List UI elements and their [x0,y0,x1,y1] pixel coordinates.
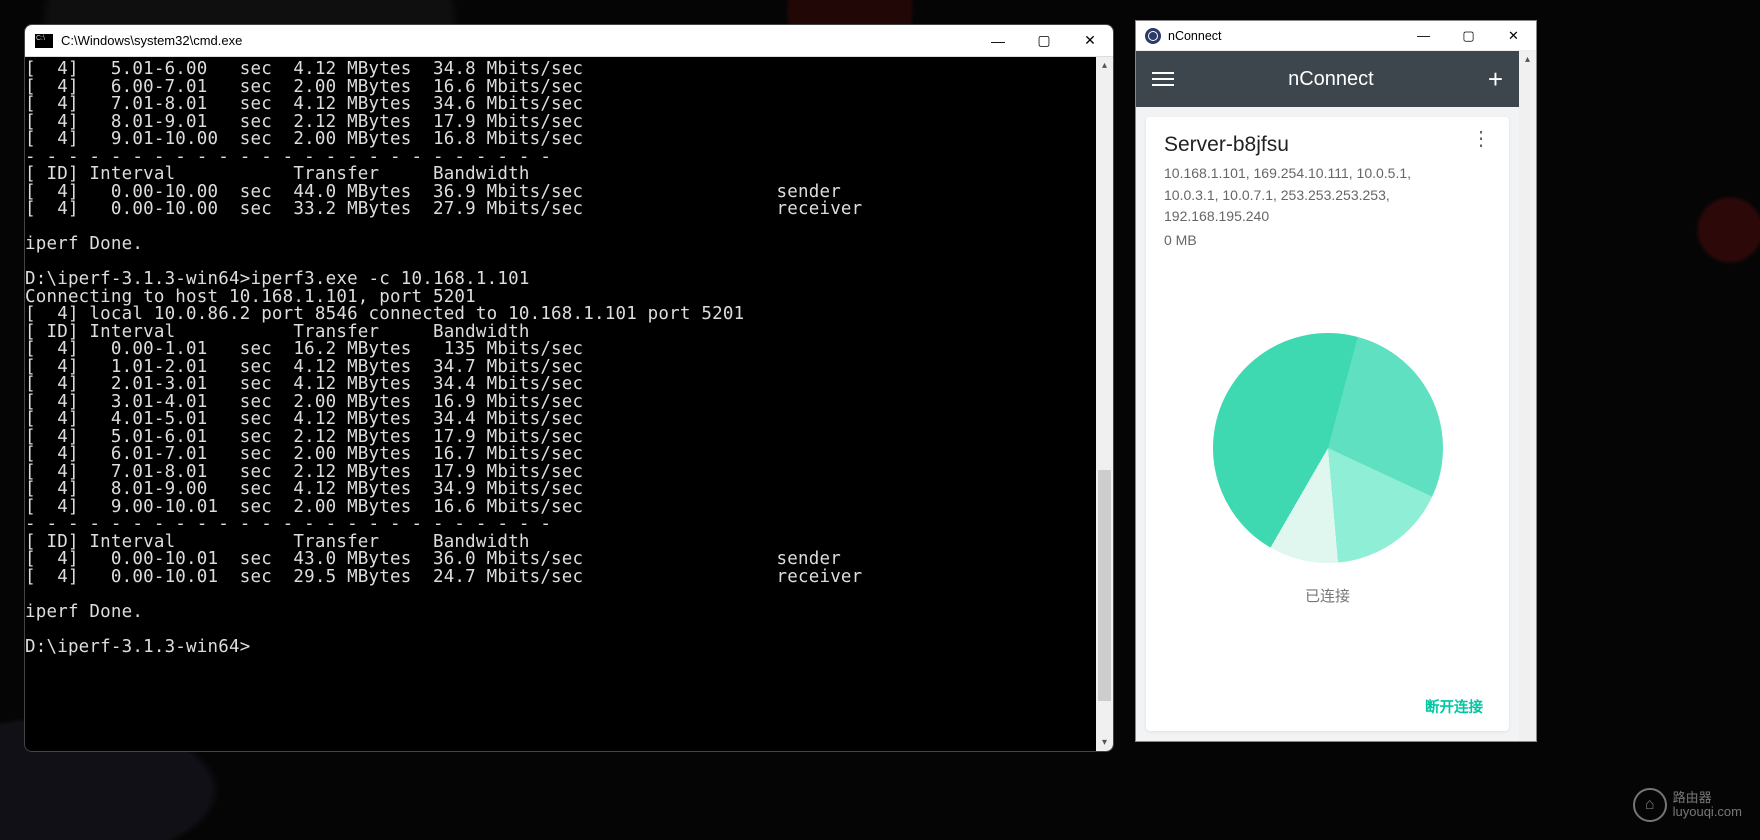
watermark-line2: luyouqi.com [1673,805,1742,819]
status-graphic-wrap: 已连接 [1164,248,1491,690]
cmd-body[interactable]: [ 4] 5.01-6.00 sec 4.12 MBytes 34.8 Mbit… [25,57,1113,751]
disconnect-button[interactable]: 断开连接 [1164,690,1491,719]
ips-line: 192.168.195.240 [1164,206,1491,228]
watermark: ⌂ 路由器 luyouqi.com [1633,788,1742,822]
cmd-scrollbar[interactable]: ▴ ▾ [1096,57,1113,751]
nconnect-app-icon [1145,28,1161,44]
nconnect-window: nConnect — ▢ ✕ nConnect + Server-b8jfsu … [1135,20,1537,742]
nconnect-titlebar[interactable]: nConnect — ▢ ✕ [1136,21,1536,51]
hamburger-icon[interactable] [1152,72,1174,86]
maximize-button[interactable]: ▢ [1021,25,1067,57]
scroll-up-icon[interactable]: ▴ [1519,51,1536,68]
ips-line: 10.0.3.1, 10.0.7.1, 253.253.253.253, [1164,185,1491,207]
server-ips: 10.168.1.101, 169.254.10.111, 10.0.5.1, … [1164,163,1491,228]
nconnect-win-title: nConnect [1168,29,1222,43]
add-icon[interactable]: + [1488,64,1503,95]
minimize-button[interactable]: — [975,25,1021,57]
nconnect-scrollbar[interactable]: ▴ [1519,51,1536,741]
connection-pie-icon [1213,333,1443,563]
cmd-icon [35,34,53,48]
nconnect-content: nConnect + Server-b8jfsu ⋮ 10.168.1.101,… [1136,51,1536,741]
server-name: Server-b8jfsu [1164,133,1471,157]
close-button[interactable]: ✕ [1067,25,1113,57]
nconnect-inner: nConnect + Server-b8jfsu ⋮ 10.168.1.101,… [1136,51,1519,741]
scroll-thumb[interactable] [1098,470,1111,701]
scroll-up-icon[interactable]: ▴ [1096,57,1113,74]
connection-status: 已连接 [1305,585,1350,606]
scroll-track[interactable] [1096,74,1113,734]
kebab-menu-icon[interactable]: ⋮ [1471,133,1491,145]
cmd-title: C:\Windows\system32\cmd.exe [61,33,242,48]
data-usage: 0 MB [1164,232,1491,248]
watermark-icon: ⌂ [1633,788,1667,822]
maximize-button[interactable]: ▢ [1446,21,1491,51]
cmd-output: [ 4] 5.01-6.00 sec 4.12 MBytes 34.8 Mbit… [25,61,1113,656]
nconnect-header-title: nConnect [1174,68,1488,91]
nconnect-header: nConnect + [1136,51,1519,107]
minimize-button[interactable]: — [1401,21,1446,51]
server-card: Server-b8jfsu ⋮ 10.168.1.101, 169.254.10… [1146,117,1509,731]
cmd-titlebar[interactable]: C:\Windows\system32\cmd.exe — ▢ ✕ [25,25,1113,57]
scroll-down-icon[interactable]: ▾ [1096,734,1113,751]
watermark-line1: 路由器 [1673,791,1742,805]
cmd-window: C:\Windows\system32\cmd.exe — ▢ ✕ [ 4] 5… [24,24,1114,752]
ips-line: 10.168.1.101, 169.254.10.111, 10.0.5.1, [1164,163,1491,185]
close-button[interactable]: ✕ [1491,21,1536,51]
